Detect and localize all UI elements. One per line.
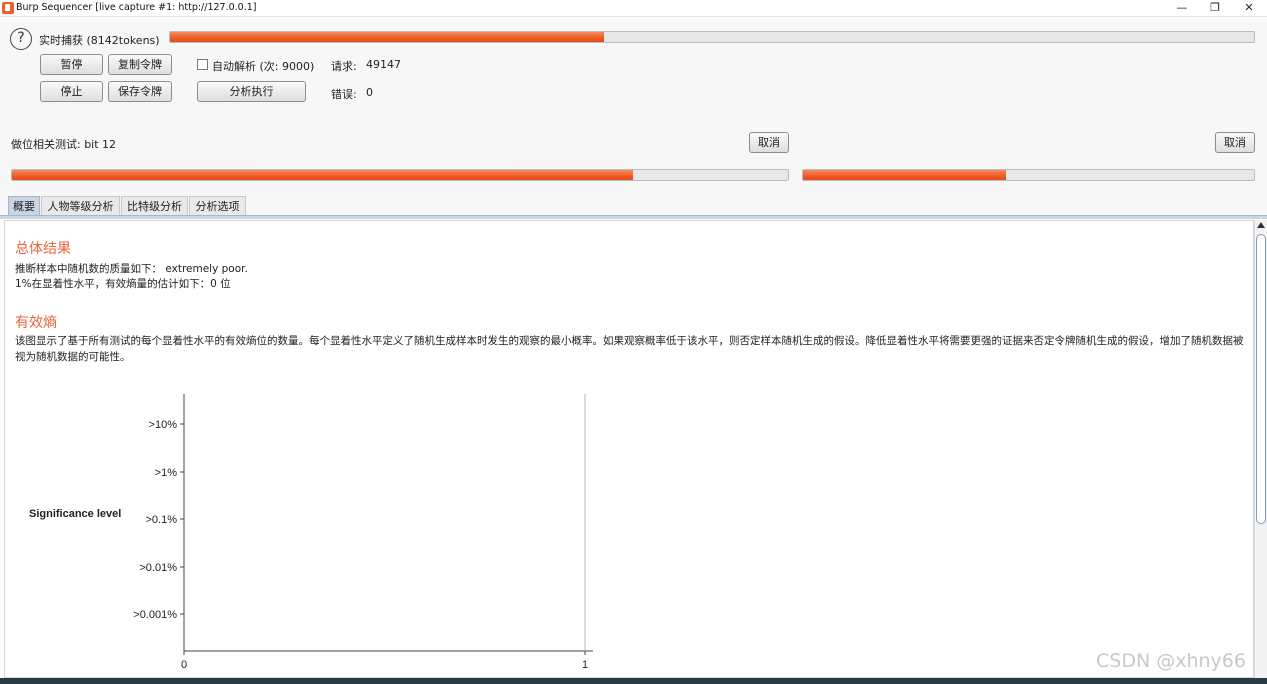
- overall-result-title: 总体结果: [15, 241, 71, 257]
- bit-test-progress-fill: [12, 170, 633, 180]
- title-bar: Burp Sequencer [live capture #1: http://…: [0, 0, 1267, 17]
- vertical-scrollbar[interactable]: [1254, 220, 1267, 678]
- copy-tokens-button[interactable]: 复制令牌: [108, 54, 172, 75]
- watermark: CSDN @xhny66: [1096, 650, 1246, 672]
- summary-content-panel: 总体结果 推断样本中随机数的质量如下： extremely poor. 1%在显…: [4, 220, 1254, 678]
- stop-button[interactable]: 停止: [40, 81, 103, 102]
- requests-label: 请求:: [331, 60, 357, 73]
- scroll-up-arrow-icon[interactable]: [1257, 222, 1265, 228]
- minimize-button[interactable]: —: [1165, 0, 1199, 16]
- tab-summary[interactable]: 概要: [8, 196, 40, 216]
- tab-bit-level-analysis[interactable]: 比特级分析: [121, 196, 188, 216]
- window-title: Burp Sequencer [live capture #1: http://…: [16, 2, 257, 13]
- restore-button[interactable]: ❐: [1198, 0, 1232, 16]
- capture-progress-bar: [169, 31, 1255, 43]
- effective-entropy-title: 有效熵: [15, 315, 57, 331]
- y-tick-label: >10%: [149, 419, 178, 431]
- scrollbar-thumb[interactable]: [1256, 234, 1266, 524]
- capture-progress-fill: [170, 32, 604, 42]
- x-tick-label: 0: [181, 659, 187, 671]
- analyze-now-button[interactable]: 分析执行: [197, 81, 306, 102]
- close-button[interactable]: ✕: [1232, 0, 1266, 16]
- burp-app-icon: [2, 2, 14, 14]
- cancel-bit-test-button[interactable]: 取消: [749, 132, 789, 153]
- auto-analyze-label: 自动解析 (次: 9000): [212, 60, 315, 73]
- help-icon[interactable]: ?: [10, 28, 32, 50]
- y-tick-label: >1%: [155, 467, 178, 479]
- bit-test-progress-bar: [11, 169, 789, 181]
- y-tick-label: >0.01%: [139, 562, 177, 574]
- taskbar-strip: [0, 678, 1267, 684]
- effective-entropy-chart: Significance level >10% >1% >0.1% >0.01% >0.…: [29, 394, 593, 671]
- capture-control-panel: [0, 18, 1267, 216]
- requests-value: 49147: [366, 58, 401, 71]
- overall-result-line1: 推断样本中随机数的质量如下： extremely poor.: [15, 263, 248, 275]
- tab-character-level-analysis[interactable]: 人物等级分析: [41, 196, 120, 216]
- x-tick-label: 1: [582, 659, 588, 671]
- y-tick-label: >0.001%: [133, 609, 177, 621]
- bit-test-status-label: 做位相关测试: bit 12: [11, 138, 117, 151]
- second-test-progress-fill: [803, 170, 1006, 180]
- chart-y-axis-title: Significance level: [29, 508, 121, 520]
- capture-status-label: 实时捕获 (8142tokens): [39, 34, 160, 47]
- tab-analysis-options[interactable]: 分析选项: [189, 196, 246, 216]
- x-tick-labels: 01: [181, 651, 588, 671]
- y-tick-label: >0.1%: [146, 514, 178, 526]
- y-tick-labels: >10% >1% >0.1% >0.01% >0.001%: [133, 419, 184, 621]
- errors-value: 0: [366, 86, 373, 99]
- y-axis-label: Significance level: [29, 508, 121, 520]
- pause-button[interactable]: 暂停: [40, 54, 103, 75]
- overall-result-line2: 1%在显着性水平，有效熵量的估计如下：0 位: [15, 278, 231, 290]
- tab-underline: [0, 215, 1267, 219]
- cancel-second-test-button[interactable]: 取消: [1215, 132, 1255, 153]
- auto-analyze-checkbox[interactable]: [197, 59, 208, 70]
- errors-label: 错误:: [331, 88, 357, 101]
- second-test-progress-bar: [802, 169, 1255, 181]
- save-tokens-button[interactable]: 保存令牌: [108, 81, 172, 102]
- effective-entropy-description: 该图显示了基于所有测试的每个显着性水平的有效熵位的数量。每个显着性水平定义了随机…: [15, 335, 1244, 363]
